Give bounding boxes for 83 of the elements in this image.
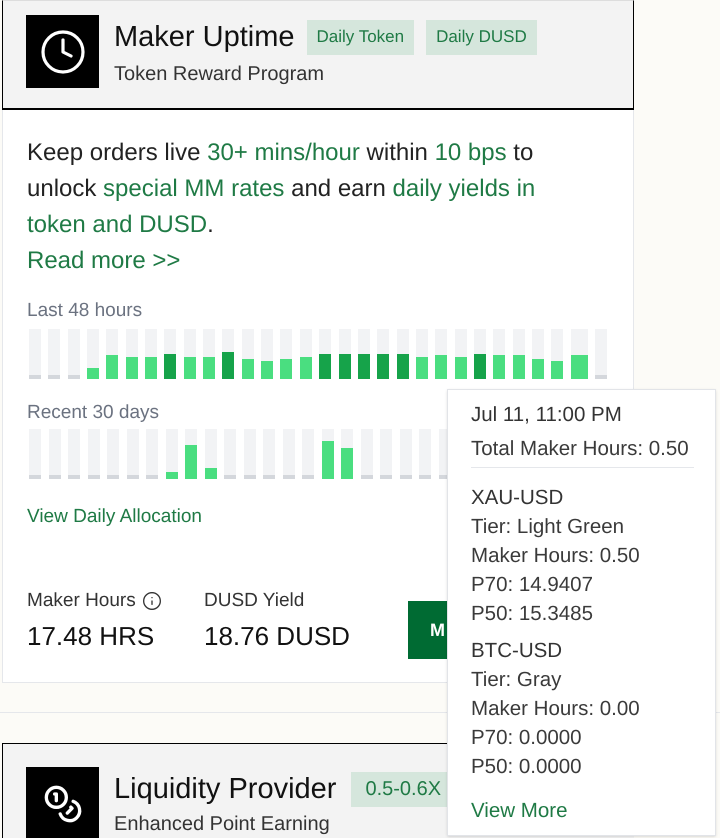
hour-bar bbox=[493, 329, 506, 379]
day-bar bbox=[224, 429, 236, 479]
program-tag: Daily DUSD bbox=[426, 20, 537, 54]
hour-bar bbox=[203, 329, 216, 379]
day-bar bbox=[146, 429, 158, 479]
hour-bar bbox=[222, 329, 234, 379]
action-button[interactable]: M bbox=[408, 601, 448, 659]
tooltip-total: Total Maker Hours: 0.50 bbox=[471, 436, 689, 462]
hour-bar bbox=[145, 329, 158, 379]
day-bar bbox=[244, 429, 256, 479]
day-bar bbox=[341, 429, 354, 479]
day-bar bbox=[107, 429, 120, 479]
hour-bar bbox=[512, 329, 525, 379]
chart-label: Last 48 hours bbox=[27, 301, 142, 321]
stat-value: 17.48 HRS bbox=[27, 621, 156, 651]
market-detail: P50: 0.0000 bbox=[471, 754, 582, 780]
day-bar bbox=[282, 429, 295, 479]
hour-bar bbox=[164, 329, 176, 379]
program-subtitle: Enhanced Point Earning bbox=[114, 812, 331, 837]
hour-bar bbox=[551, 329, 564, 379]
market-detail: Tier: Light Green bbox=[471, 514, 624, 540]
allocation-link[interactable]: View Daily Allocation bbox=[27, 506, 202, 528]
program-subtitle: Token Reward Program bbox=[114, 62, 326, 87]
day-bar bbox=[126, 429, 139, 479]
day-bar bbox=[302, 429, 314, 479]
hour-bar bbox=[300, 329, 312, 379]
hour-bar bbox=[29, 329, 41, 379]
hour-bar bbox=[261, 329, 274, 379]
hour-bar bbox=[338, 329, 350, 379]
day-bar bbox=[204, 429, 217, 479]
hour-bar bbox=[377, 329, 390, 379]
hour-bar bbox=[474, 329, 486, 379]
stat-label: Maker Hours bbox=[27, 590, 136, 612]
hour-bar bbox=[87, 329, 100, 379]
day-bar bbox=[166, 429, 178, 479]
day-bar bbox=[48, 429, 61, 479]
day-bar bbox=[419, 429, 432, 479]
description-text: Keep orders live 30+ mins/hour within 10 bps to unlock special MM rates and earn daily yields in token and DUSD. bbox=[27, 138, 536, 240]
hour-bar bbox=[454, 329, 467, 379]
market-detail: Maker Hours: 0.00 bbox=[471, 696, 640, 722]
market-detail: Tier: Gray bbox=[471, 667, 562, 693]
stat-value: 18.76 DUSD bbox=[204, 621, 351, 651]
hour-bar bbox=[48, 329, 60, 379]
hour-bar bbox=[319, 329, 332, 379]
hour-bar bbox=[396, 329, 409, 379]
view-more-link[interactable]: View More bbox=[471, 796, 568, 825]
day-bar bbox=[29, 429, 41, 479]
day-bar bbox=[360, 429, 373, 479]
day-bar bbox=[88, 429, 100, 479]
chart-label: Recent 30 days bbox=[27, 403, 160, 423]
hour-bar bbox=[358, 329, 370, 379]
hour-bar bbox=[594, 329, 607, 379]
day-bar bbox=[400, 429, 412, 479]
hour-bar bbox=[242, 329, 254, 379]
market-detail: P70: 14.9407 bbox=[471, 572, 593, 598]
info-icon[interactable] bbox=[142, 591, 162, 611]
hour-bar bbox=[280, 329, 292, 379]
program-tag: 0.5-0.6X bbox=[351, 772, 450, 806]
market-detail: P70: 0.0000 bbox=[471, 725, 582, 751]
hour-bar bbox=[435, 329, 448, 379]
day-bar bbox=[380, 429, 392, 479]
market-symbol: XAU-USD bbox=[471, 485, 564, 511]
stat-label: DUSD Yield bbox=[204, 590, 304, 612]
day-bar bbox=[185, 429, 198, 479]
hour-bar bbox=[416, 329, 428, 379]
clock-icon bbox=[26, 15, 99, 88]
program-tag: Daily Token bbox=[306, 20, 414, 54]
read-more-link[interactable]: Read more >> bbox=[27, 243, 180, 279]
tooltip-time: Jul 11, 11:00 PM bbox=[471, 402, 622, 428]
market-detail: P50: 15.3485 bbox=[471, 601, 593, 627]
day-bar bbox=[68, 429, 80, 479]
hour-bar bbox=[532, 329, 544, 379]
hour-bar bbox=[68, 329, 80, 379]
program-title: Liquidity Provider bbox=[114, 772, 336, 807]
market-detail: Maker Hours: 0.50 bbox=[471, 543, 640, 569]
hour-bar bbox=[570, 329, 588, 379]
day-bar bbox=[263, 429, 276, 479]
hour-bar bbox=[106, 329, 118, 379]
hour-bar bbox=[184, 329, 196, 379]
market-symbol: BTC-USD bbox=[471, 638, 562, 664]
hour-bar bbox=[126, 329, 138, 379]
day-bar bbox=[322, 429, 334, 479]
program-title: Maker Uptime bbox=[114, 20, 294, 55]
